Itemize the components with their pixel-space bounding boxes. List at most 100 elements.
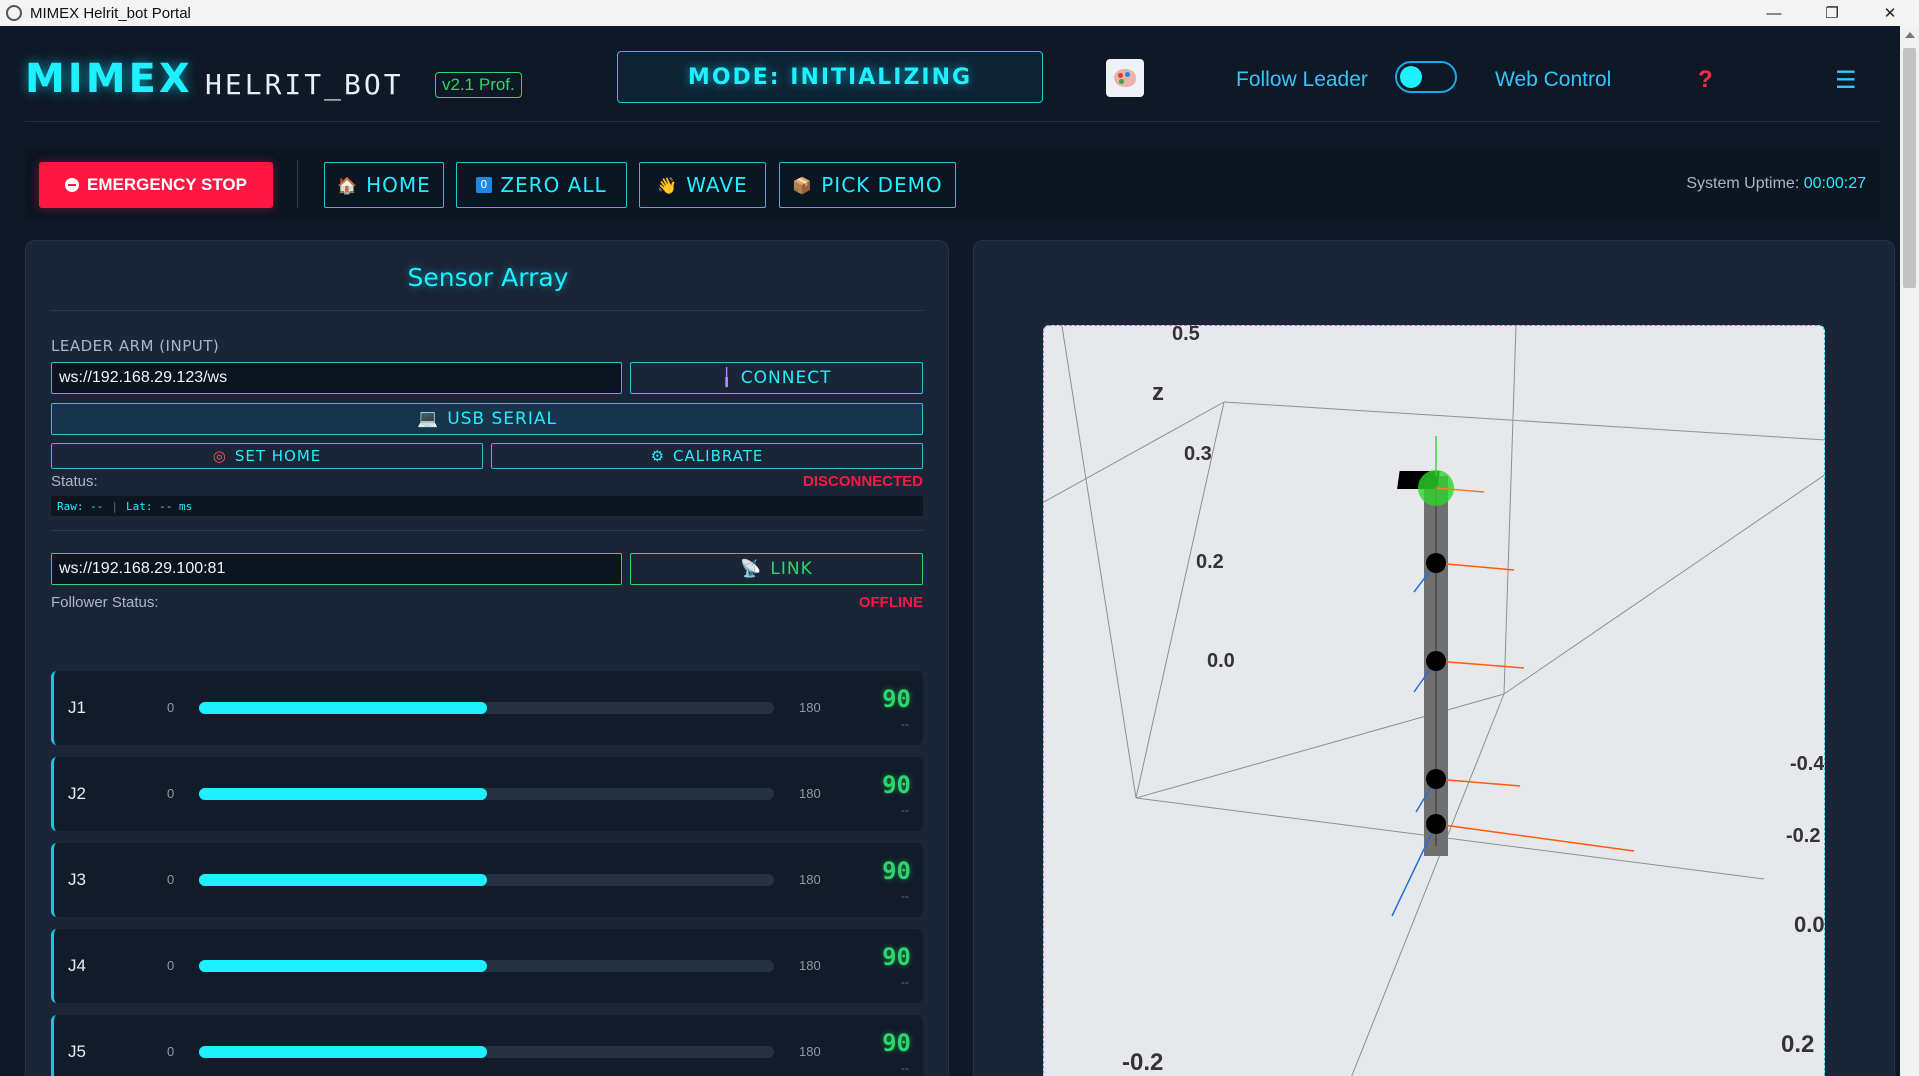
latency-readout: Lat: -- ms — [125, 499, 193, 513]
app-icon — [6, 5, 22, 21]
web-control-link[interactable]: Web Control — [1495, 68, 1611, 92]
joint-slider[interactable] — [199, 1046, 774, 1058]
zero-all-button[interactable]: 0 ZERO ALL — [456, 162, 627, 208]
link-button[interactable]: 📡 LINK — [630, 553, 923, 585]
section-divider — [51, 530, 923, 531]
z-tick: 0.2 — [1196, 551, 1224, 573]
z-tick: 0.3 — [1184, 443, 1212, 465]
connect-button[interactable]: ╽ CONNECT — [630, 362, 923, 394]
system-uptime: System Uptime: 00:00:27 — [1686, 175, 1866, 193]
menu-icon[interactable]: ☰ — [1835, 66, 1857, 95]
joint-name: J1 — [68, 698, 86, 717]
help-icon[interactable]: ? — [1698, 66, 1713, 94]
house-icon: 🏠 — [337, 175, 359, 195]
joint-slider-fill — [199, 874, 487, 886]
joint-row: J4 0 180 90 -- — [51, 929, 923, 1003]
palette-icon — [1114, 69, 1136, 87]
satellite-icon: 📡 — [740, 559, 763, 579]
app-root: MIMEX HELRIT_BOT v2.1 Prof. MODE: INITIA… — [0, 26, 1900, 1076]
joint-min: 0 — [167, 872, 175, 887]
joint-slider[interactable] — [199, 702, 774, 714]
joint-max: 180 — [799, 872, 821, 887]
mode-indicator: MODE: INITIALIZING — [617, 51, 1043, 103]
close-button[interactable]: ✕ — [1861, 0, 1919, 26]
wave-button[interactable]: 👋 WAVE — [639, 162, 766, 208]
panel-title: Sensor Array — [407, 263, 569, 292]
joint-slider-fill — [199, 702, 487, 714]
joint-slider[interactable] — [199, 874, 774, 886]
minimize-button[interactable]: — — [1745, 0, 1803, 26]
joint-max: 180 — [799, 786, 821, 801]
emergency-stop-label: EMERGENCY STOP — [87, 175, 247, 194]
leader-status-label: Status: — [51, 473, 98, 490]
visualization-panel: z 0.5 0.3 0.2 0.0 -0.4 -0.2 0.0 0.2 -0.2 — [973, 240, 1895, 1076]
joint-slider[interactable] — [199, 788, 774, 800]
window-title: MIMEX Helrit_bot Portal — [30, 4, 191, 22]
usb-serial-button[interactable]: 💻 USB SERIAL — [51, 403, 923, 435]
z-axis-title: z — [1152, 379, 1164, 406]
pick-demo-button[interactable]: 📦 PICK DEMO — [779, 162, 956, 208]
right-tick: -0.4 — [1790, 753, 1825, 775]
uptime-value: 00:00:27 — [1803, 175, 1866, 192]
zero-icon: 0 — [476, 177, 493, 193]
link-label: LINK — [770, 559, 813, 579]
home-button[interactable]: 🏠 HOME — [324, 162, 444, 208]
follower-url-input[interactable]: ws://192.168.29.100:81 — [51, 553, 622, 585]
version-badge: v2.1 Prof. — [435, 72, 522, 98]
joint-name: J3 — [68, 870, 86, 889]
gear-icon: ⚙ — [650, 447, 666, 465]
follow-leader-toggle[interactable] — [1395, 61, 1457, 93]
joint-feedback: -- — [901, 1061, 909, 1075]
usb-serial-label: USB SERIAL — [447, 409, 557, 429]
3d-arm-viewport[interactable]: z 0.5 0.3 0.2 0.0 -0.4 -0.2 0.0 0.2 -0.2 — [1043, 325, 1825, 1076]
title-divider — [51, 310, 923, 311]
follower-status-value: OFFLINE — [858, 594, 923, 611]
right-tick: -0.2 — [1786, 825, 1820, 847]
joint-min: 0 — [167, 700, 175, 715]
z-tick: 0.5 — [1172, 326, 1200, 345]
telemetry-readout: Raw: -- | Lat: -- ms — [51, 496, 923, 516]
joint-min: 0 — [167, 1044, 175, 1059]
joint-value: 90 — [882, 771, 911, 799]
joint-value: 90 — [882, 857, 911, 885]
restore-button[interactable]: ❐ — [1803, 0, 1861, 26]
connect-label: CONNECT — [740, 368, 832, 388]
scroll-thumb[interactable] — [1903, 48, 1916, 288]
uptime-label: System Uptime: — [1686, 175, 1800, 192]
home-label: HOME — [366, 173, 431, 197]
control-toolbar: EMERGENCY STOP 🏠 HOME 0 ZERO ALL 👋 WAVE … — [25, 148, 1880, 220]
joint-feedback: -- — [901, 889, 909, 903]
laptop-icon: 💻 — [417, 409, 440, 429]
scroll-up-arrow[interactable] — [1905, 32, 1915, 38]
stop-icon — [65, 178, 80, 192]
joint-row: J3 0 180 90 -- — [51, 843, 923, 917]
joint-value: 90 — [882, 685, 911, 713]
set-home-label: SET HOME — [234, 447, 322, 465]
toolbar-divider — [297, 160, 298, 208]
joint-name: J4 — [68, 956, 86, 975]
joint-max: 180 — [799, 958, 821, 973]
window-titlebar: MIMEX Helrit_bot Portal — ❐ ✕ — [0, 0, 1919, 26]
telemetry-separator: | — [111, 499, 118, 513]
raw-readout: Raw: -- — [57, 499, 104, 513]
right-tick: 0.2 — [1781, 1031, 1814, 1058]
leader-url-input[interactable]: ws://192.168.29.123/ws — [51, 362, 622, 394]
pick-demo-label: PICK DEMO — [821, 173, 943, 197]
leader-status-value: DISCONNECTED — [802, 473, 923, 490]
joint-name: J2 — [68, 784, 86, 803]
joint-slider-fill — [199, 960, 487, 972]
calibrate-label: CALIBRATE — [673, 447, 764, 465]
target-icon: ◎ — [212, 447, 227, 465]
set-home-button[interactable]: ◎ SET HOME — [51, 443, 483, 469]
leader-arm-label: LEADER ARM (INPUT) — [51, 337, 220, 355]
joint-name: J5 — [68, 1042, 86, 1061]
emergency-stop-button[interactable]: EMERGENCY STOP — [39, 162, 273, 208]
vertical-scrollbar[interactable] — [1900, 26, 1919, 1076]
follow-leader-label: Follow Leader — [1236, 68, 1368, 91]
joint-slider[interactable] — [199, 960, 774, 972]
3d-scene: z 0.5 0.3 0.2 0.0 -0.4 -0.2 0.0 0.2 -0.2 — [1044, 326, 1825, 1076]
calibrate-button[interactable]: ⚙ CALIBRATE — [491, 443, 923, 469]
window-controls: — ❐ ✕ — [1745, 0, 1919, 26]
joint-slider-fill — [199, 1046, 487, 1058]
theme-palette-button[interactable] — [1106, 59, 1144, 97]
